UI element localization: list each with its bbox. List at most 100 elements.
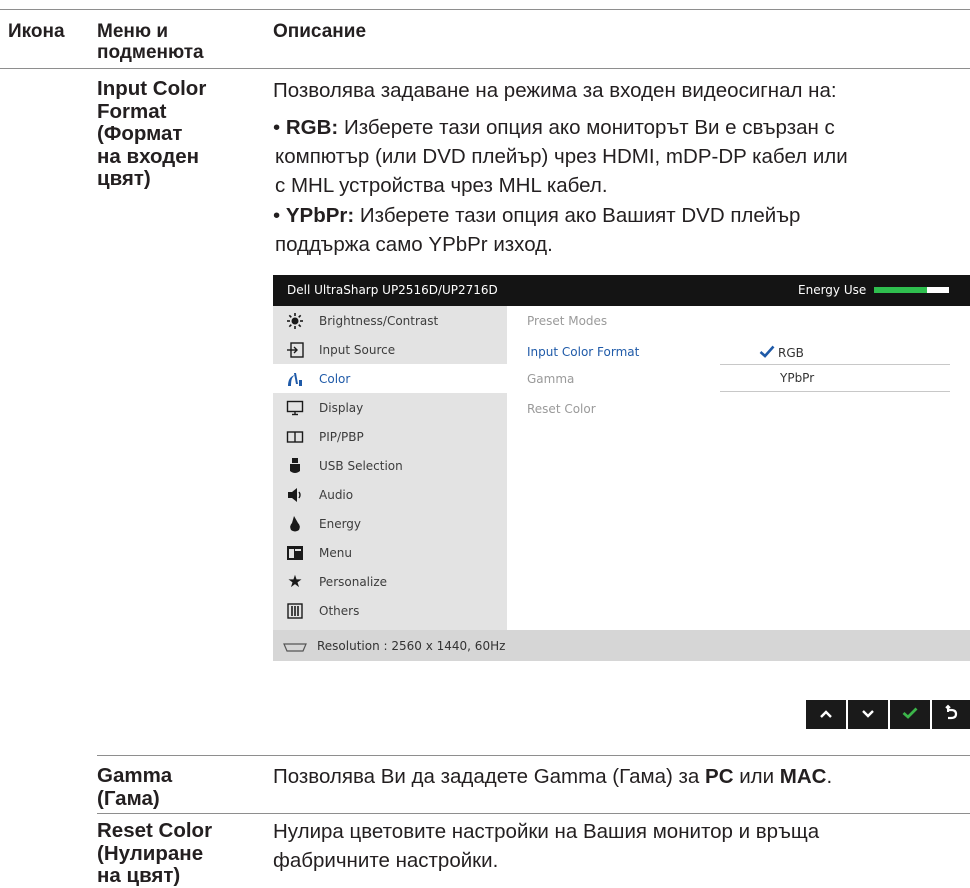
name-line: Input Color — [97, 77, 207, 100]
up-arrow-icon — [819, 706, 833, 724]
energy-icon — [284, 515, 306, 533]
osd-option-divider — [720, 391, 950, 392]
osd-menu-item-input-source[interactable]: Input Source — [273, 335, 507, 364]
name-line: (Формат — [97, 122, 183, 145]
header-menu-line2: подменюта — [97, 42, 204, 63]
bullet-ypbpr-text: Изберете тази опция ако Вашият DVD плейъ… — [354, 204, 801, 227]
osd-option-rgb[interactable]: RGB — [759, 345, 804, 361]
down-button[interactable] — [848, 700, 888, 729]
bullet-ypbpr-line: • YPbPr: Изберете тази опция ако Вашият … — [273, 201, 800, 230]
osd-menu-label: Others — [319, 603, 360, 618]
bullet-ypbpr-line: поддържа само YPbPr изход. — [275, 233, 553, 256]
osd-menu-label: USB Selection — [319, 458, 403, 473]
name-line: на цвят) — [97, 864, 181, 887]
osd-energy-label: Energy Use — [798, 283, 867, 297]
star-icon: ★ — [287, 571, 303, 592]
bullet-rgb-text: Изберете тази опция ако мониторът Ви е с… — [338, 116, 835, 139]
row-gamma-description: Позволява Ви да зададете Gamma (Гама) за… — [273, 762, 832, 791]
osd-menu-label: Personalize — [319, 574, 388, 589]
name-line: на входен — [97, 144, 200, 168]
osd-menu-item-others[interactable]: Others — [273, 596, 507, 625]
osd-menu-item-energy[interactable]: Energy — [273, 509, 507, 538]
osd-menu-label: Audio — [319, 487, 354, 502]
osd-energy-bar — [874, 287, 949, 293]
name-line: Reset Color — [97, 819, 213, 842]
osd-menu-item-brightness[interactable]: Brightness/Contrast — [273, 306, 507, 335]
table-top-rule — [0, 9, 970, 10]
osd-submenu-gamma[interactable]: Gamma — [527, 372, 574, 386]
osd-menu-screenshot: Dell UltraSharp UP2516D/UP2716D Energy U… — [273, 275, 970, 661]
osd-main-menu: Brightness/Contrast Input Source Color D… — [273, 306, 507, 630]
row-input-color-format-intro: Позволява задаване на режима за входен в… — [273, 79, 837, 102]
name-line: цвят) — [97, 167, 151, 190]
osd-submenu-input-color-format[interactable]: Input Color Format — [527, 345, 639, 359]
osd-submenu-reset-color[interactable]: Reset Color — [527, 402, 596, 416]
row-divider — [97, 755, 970, 756]
input-source-icon — [284, 341, 306, 358]
header-menu-line1: Меню и — [97, 21, 169, 42]
pip-icon — [284, 430, 306, 444]
osd-menu-item-audio[interactable]: Audio — [273, 480, 507, 509]
header-icon: Икона — [8, 21, 65, 42]
osd-menu-item-pip[interactable]: PIP/PBP — [273, 422, 507, 451]
name-line: Format — [97, 99, 167, 123]
osd-submenu-preset-modes[interactable]: Preset Modes — [527, 314, 607, 328]
osd-statusbar: Resolution : 2560 x 1440, 60Hz — [273, 630, 970, 661]
bullet-rgb: • RGB: Изберете тази опция ако мониторът… — [273, 113, 848, 200]
osd-menu-label: Color — [319, 371, 351, 386]
gamma-desc-pc: PC — [705, 765, 734, 788]
osd-menu-label: PIP/PBP — [319, 429, 364, 444]
osd-menu-item-display[interactable]: Display — [273, 393, 507, 422]
display-icon — [284, 400, 306, 416]
audio-icon — [284, 487, 306, 503]
back-button[interactable] — [932, 700, 970, 729]
header-description: Описание — [273, 21, 367, 42]
check-icon — [902, 706, 918, 724]
usb-icon — [284, 457, 306, 475]
gamma-desc-text: . — [826, 765, 833, 788]
osd-menu-label: Energy — [319, 516, 362, 531]
menu-icon — [284, 545, 306, 561]
osd-option-divider — [720, 364, 950, 365]
osd-menu-item-color[interactable]: Color — [273, 364, 507, 393]
header-bottom-rule — [0, 68, 970, 69]
row-gamma-name: Gamma (Гама) — [97, 764, 173, 810]
reset-desc-line: фабричните настройки. — [273, 849, 499, 872]
osd-menu-item-menu[interactable]: Menu — [273, 538, 507, 567]
name-line: Gamma — [97, 764, 173, 787]
up-button[interactable] — [806, 700, 846, 729]
osd-menu-label: Menu — [319, 545, 352, 560]
osd-resolution-status: Resolution : 2560 x 1440, 60Hz — [317, 639, 506, 653]
osd-menu-item-personalize[interactable]: ★ Personalize — [273, 567, 507, 596]
osd-option-label: RGB — [778, 346, 804, 360]
name-line: (Гама) — [97, 786, 160, 810]
check-icon — [759, 345, 775, 361]
reset-desc-line: Нулира цветовите настройки на Вашия мони… — [273, 820, 820, 843]
bullet-ypbpr: • YPbPr: Изберете тази опция ако Вашият … — [273, 201, 800, 259]
row-divider — [97, 813, 970, 814]
osd-menu-item-usb[interactable]: USB Selection — [273, 451, 507, 480]
bullet-dot: • — [273, 116, 286, 139]
osd-option-ypbpr[interactable]: YPbPr — [780, 371, 814, 385]
row-reset-color-description: Нулира цветовите настройки на Вашия мони… — [273, 817, 819, 875]
confirm-button[interactable] — [890, 700, 930, 729]
row-input-color-format-name: Input Color Format (Формат на входен цвя… — [97, 77, 207, 191]
osd-menu-label: Display — [319, 400, 364, 415]
name-line: (Нулиране — [97, 841, 204, 865]
bullet-rgb-line: компютър (или DVD плейър) чрез HDMI, mDP… — [275, 145, 848, 168]
back-icon — [943, 704, 959, 725]
osd-menu-label: Brightness/Contrast — [319, 313, 439, 328]
osd-menu-label: Input Source — [319, 342, 396, 357]
gamma-desc-text: Позволява Ви да зададете Gamma (Гама) за — [273, 765, 706, 788]
osd-energy-bar-fill — [874, 287, 927, 293]
down-arrow-icon — [861, 706, 875, 724]
bullet-dot: • — [273, 204, 286, 227]
gamma-desc-mac: MAC — [779, 765, 827, 788]
bullet-rgb-line: с MHL устройства чрез MHL кабел. — [275, 174, 608, 197]
color-icon — [284, 371, 306, 387]
others-icon — [284, 602, 306, 619]
osd-title: Dell UltraSharp UP2516D/UP2716D — [287, 283, 498, 297]
bullet-rgb-label: RGB: — [285, 116, 339, 139]
monitor-port-icon — [283, 641, 307, 655]
bullet-ypbpr-label: YPbPr: — [285, 204, 355, 227]
